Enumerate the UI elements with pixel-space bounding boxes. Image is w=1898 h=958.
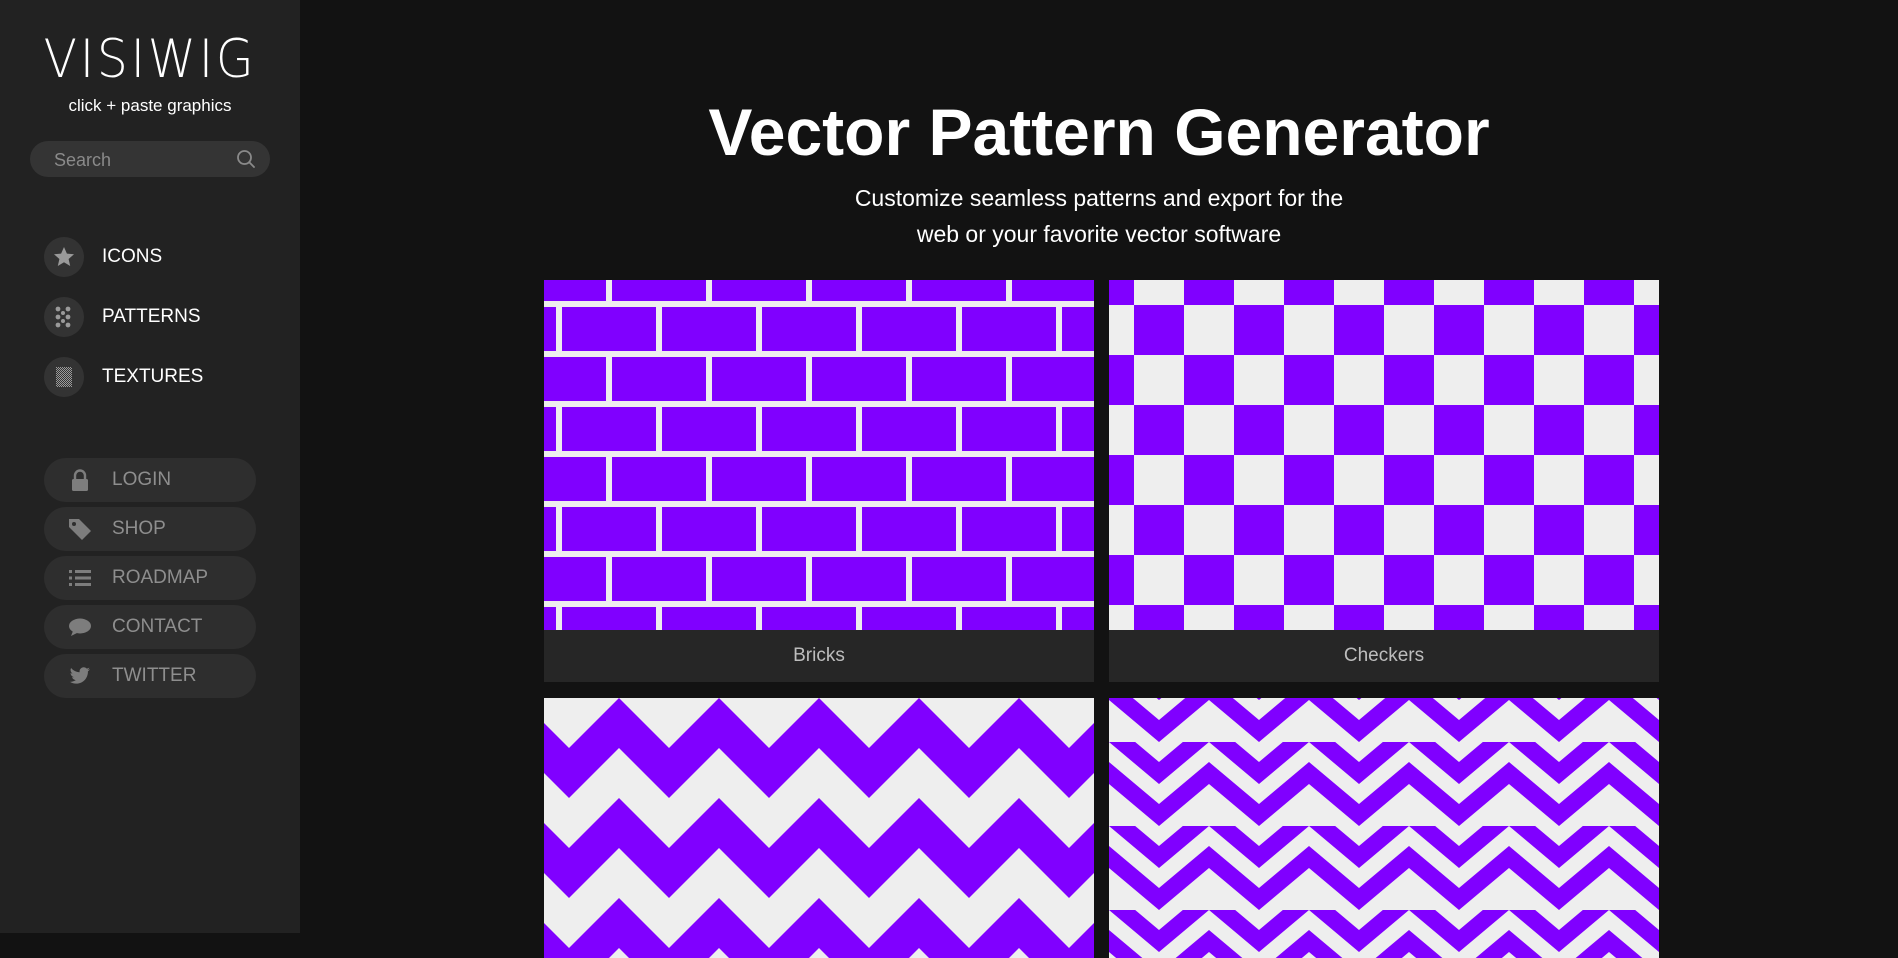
shop-label: SHOP — [112, 518, 166, 539]
shop-link[interactable]: SHOP — [44, 507, 256, 551]
chat-bubble-icon — [68, 615, 92, 639]
nav-item-icons[interactable]: ICONS — [44, 236, 274, 278]
roadmap-link[interactable]: ROADMAP — [44, 556, 256, 600]
sidebar: VISIWIG click + paste graphics ICONS PAT… — [0, 0, 300, 933]
pattern-card-zigzag[interactable] — [1109, 698, 1659, 958]
twitter-link[interactable]: TWITTER — [44, 654, 256, 698]
search-icon[interactable] — [236, 149, 256, 169]
page-subtitle: Customize seamless patterns and export f… — [300, 180, 1898, 252]
nav-item-textures[interactable]: TEXTURES — [44, 356, 274, 398]
bricks-pattern-preview — [544, 280, 1094, 630]
login-label: LOGIN — [112, 469, 172, 490]
pattern-card-chevron[interactable] — [544, 698, 1094, 958]
page-title: Vector Pattern Generator — [708, 95, 1490, 169]
list-icon — [68, 566, 92, 590]
logo[interactable]: VISIWIG — [12, 30, 288, 90]
zigzag-pattern-preview — [1109, 698, 1659, 958]
nav-item-patterns[interactable]: PATTERNS — [44, 296, 274, 338]
pattern-card-checkers[interactable]: Checkers — [1109, 280, 1659, 682]
dots-grid-icon — [44, 297, 84, 337]
search-input[interactable] — [52, 141, 236, 179]
roadmap-label: ROADMAP — [112, 567, 209, 588]
tagline: click + paste graphics — [68, 96, 232, 115]
nav-label: PATTERNS — [102, 306, 201, 327]
twitter-bird-icon — [68, 664, 92, 688]
subtitle-line-1: Customize seamless patterns and export f… — [854, 185, 1344, 211]
twitter-label: TWITTER — [112, 665, 197, 686]
pattern-card-bricks[interactable]: Bricks — [544, 280, 1094, 682]
pattern-card-title: Bricks — [793, 645, 845, 666]
lock-icon — [68, 468, 92, 492]
login-link[interactable]: LOGIN — [44, 458, 256, 502]
tag-icon — [68, 517, 92, 541]
nav-label: ICONS — [102, 246, 163, 267]
contact-link[interactable]: CONTACT — [44, 605, 256, 649]
nav-label: TEXTURES — [102, 366, 204, 387]
checkers-pattern-preview — [1109, 280, 1659, 630]
texture-icon — [44, 357, 84, 397]
pattern-card-title: Checkers — [1343, 645, 1425, 666]
star-icon — [44, 237, 84, 277]
chevron-pattern-preview — [544, 698, 1094, 958]
contact-label: CONTACT — [112, 616, 203, 637]
subtitle-line-2: web or your favorite vector software — [916, 221, 1282, 247]
search-box — [30, 141, 270, 179]
